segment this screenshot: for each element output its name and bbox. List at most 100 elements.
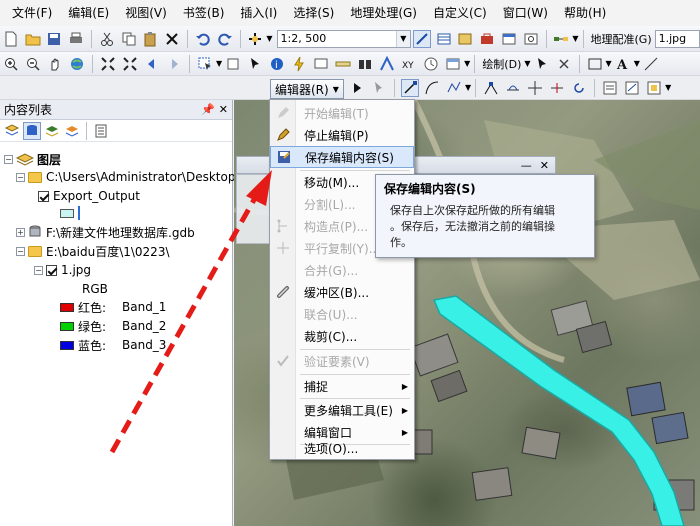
zoom-in-icon[interactable] (2, 55, 20, 73)
expand-icon[interactable]: + (16, 227, 25, 237)
list-by-visibility-icon[interactable] (43, 122, 61, 140)
menu-item-merge[interactable]: 合并(G)... (270, 259, 414, 281)
straight-segment-icon[interactable] (401, 78, 419, 97)
layer-visibility-checkbox[interactable] (38, 190, 49, 202)
list-by-source-icon[interactable] (23, 121, 41, 140)
identify-icon[interactable]: i (268, 55, 286, 73)
cut-polygon-icon[interactable] (526, 79, 544, 97)
layer-visibility-checkbox[interactable] (46, 264, 57, 276)
list-by-selection-icon[interactable] (63, 122, 81, 140)
python-window-icon[interactable] (500, 30, 518, 48)
reshape-icon[interactable] (504, 79, 522, 97)
redo-icon[interactable] (216, 30, 234, 48)
menu-item-options[interactable]: 选项(O)... (270, 437, 414, 459)
new-document-icon[interactable] (2, 30, 20, 48)
clear-selection-icon[interactable] (224, 55, 242, 73)
draw-line-icon[interactable] (642, 55, 660, 73)
edit-annotation-icon[interactable] (370, 79, 388, 97)
delete-icon[interactable] (163, 30, 181, 48)
menu-windows[interactable]: 窗口(W) (495, 0, 556, 26)
arc-segment-icon[interactable] (423, 79, 441, 97)
add-data-icon[interactable] (247, 30, 265, 48)
toc-item-gdb[interactable]: + F:\新建文件地理数据库.gdb (16, 223, 195, 241)
go-to-xy-icon[interactable]: XY (400, 55, 418, 73)
menu-file[interactable]: 文件(F) (4, 0, 60, 26)
toc-band-red[interactable]: 红色: Band_1 (60, 298, 166, 316)
toc-layer-export-output[interactable]: Export_Output (38, 187, 140, 205)
chevron-down-icon[interactable]: ▼ (216, 59, 222, 68)
back-arrow-icon[interactable] (143, 55, 161, 73)
chevron-down-icon[interactable]: ▼ (395, 30, 410, 47)
toc-band-green[interactable]: 绿色: Band_2 (60, 317, 166, 335)
menu-selection[interactable]: 选择(S) (285, 0, 342, 26)
toc-layer-symbol[interactable] (60, 204, 80, 222)
menu-item-buffer[interactable]: 缓冲区(B)... (270, 281, 414, 303)
text-icon[interactable]: A (614, 55, 632, 73)
chevron-down-icon[interactable]: ▼ (606, 59, 612, 68)
table-icon[interactable] (435, 30, 453, 48)
find-route-icon[interactable] (378, 55, 396, 73)
georef-layer-combo[interactable]: 1.jpg (654, 29, 700, 48)
chevron-down-icon[interactable]: ▼ (634, 59, 640, 68)
menu-item-union[interactable]: 联合(U)... (270, 303, 414, 325)
menu-item-stop-editing[interactable]: 停止编辑(P) (270, 124, 414, 146)
list-by-drawing-order-icon[interactable] (3, 122, 21, 140)
edit-vertices-icon[interactable] (482, 79, 500, 97)
menu-item-more-editing-tools[interactable]: 更多编辑工具(E) ▶ (270, 399, 414, 421)
rectangle-icon[interactable] (586, 55, 604, 73)
minimize-icon[interactable]: — (521, 159, 532, 172)
chevron-down-icon[interactable]: ▼ (465, 83, 471, 92)
time-slider-icon[interactable] (422, 55, 440, 73)
collapse-icon[interactable]: − (16, 246, 25, 256)
toc-root-layers[interactable]: − 图层 (4, 150, 61, 168)
split-icon[interactable] (548, 79, 566, 97)
search-window-icon[interactable] (522, 30, 540, 48)
cut-icon[interactable] (98, 30, 116, 48)
catalog-icon[interactable] (457, 30, 475, 48)
close-icon[interactable]: ✕ (219, 103, 228, 116)
rotate-feature-icon[interactable] (570, 79, 588, 97)
select-elements-icon[interactable] (246, 55, 264, 73)
undo-icon[interactable] (194, 30, 212, 48)
editor-menu-button[interactable]: 编辑器(R) ▼ (270, 79, 344, 99)
chevron-down-icon[interactable]: ▼ (665, 83, 671, 92)
menu-edit[interactable]: 编辑(E) (60, 0, 117, 26)
chevron-down-icon[interactable]: ▼ (464, 59, 470, 68)
toc-layer-1jpg[interactable]: − 1.jpg (34, 261, 91, 279)
hyperlink-icon[interactable] (290, 55, 308, 73)
menu-item-snapping[interactable]: 捕捉 ▶ (270, 375, 414, 397)
toc-item-baidu-folder[interactable]: − E:\baidu百度\1\0223\ (16, 242, 170, 260)
copy-icon[interactable] (120, 30, 138, 48)
menu-insert[interactable]: 插入(I) (232, 0, 285, 26)
collapse-icon[interactable]: − (34, 265, 43, 275)
pan-hand-icon[interactable] (46, 55, 64, 73)
menu-customize[interactable]: 自定义(C) (425, 0, 495, 26)
full-extent-icon[interactable] (68, 55, 86, 73)
paste-icon[interactable] (142, 30, 160, 48)
toc-item-desktop-folder[interactable]: − C:\Users\Administrator\Desktop\a (16, 168, 247, 186)
georeferencing-label[interactable]: 地理配准(G) (588, 31, 655, 47)
editor-toolbar-icon[interactable] (412, 29, 431, 48)
open-folder-icon[interactable] (24, 30, 42, 48)
menu-item-validate-features[interactable]: 验证要素(V) (270, 350, 414, 372)
viewer-window-icon[interactable] (444, 55, 462, 73)
find-binoculars-icon[interactable] (356, 55, 374, 73)
collapse-icon[interactable]: − (16, 172, 25, 182)
zoom-out-icon[interactable] (24, 55, 42, 73)
menu-item-save-edits[interactable]: 保存编辑内容(S) (270, 146, 414, 168)
measure-icon[interactable] (334, 55, 352, 73)
polygon-symbol-icon[interactable] (60, 208, 74, 218)
chevron-down-icon[interactable]: ▼ (524, 59, 530, 68)
add-data-dropdown-icon[interactable]: ▼ (266, 34, 272, 43)
save-icon[interactable] (46, 30, 64, 48)
menu-item-clip[interactable]: 裁剪(C)... (270, 325, 414, 347)
draw-toolbar-label[interactable]: 绘制(D) (479, 56, 524, 72)
menu-view[interactable]: 视图(V) (117, 0, 175, 26)
toc-band-blue[interactable]: 蓝色: Band_3 (60, 336, 166, 354)
menu-geoprocessing[interactable]: 地理处理(G) (342, 0, 425, 26)
fixed-zoom-in-icon[interactable] (99, 55, 117, 73)
pin-icon[interactable]: 📌 (201, 103, 215, 116)
select-features-icon[interactable] (196, 55, 214, 73)
map-scale-combo[interactable]: 1:2, 500 ▼ (276, 29, 411, 48)
menu-item-start-editing[interactable]: 开始编辑(T) (270, 102, 414, 124)
